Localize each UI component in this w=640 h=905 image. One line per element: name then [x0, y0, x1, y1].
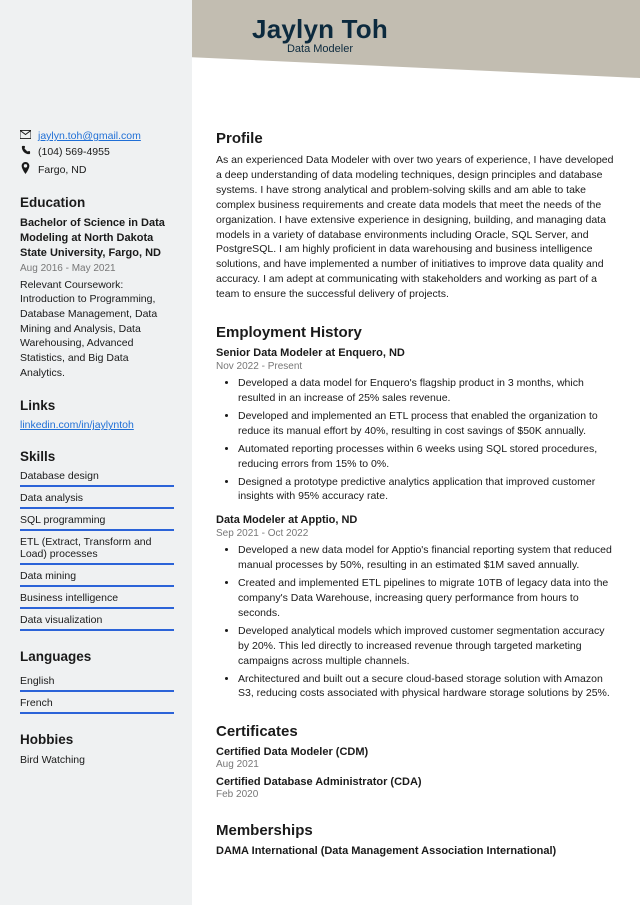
languages-heading: Languages — [20, 649, 174, 664]
skills-list: Database designData analysisSQL programm… — [20, 470, 174, 631]
skill-item: Data analysis — [20, 487, 174, 509]
employment-heading: Employment History — [216, 324, 616, 341]
languages-list: EnglishFrench — [20, 670, 174, 714]
certificate-date: Aug 2021 — [216, 759, 616, 770]
skill-item: Data mining — [20, 565, 174, 587]
skill-item: Database design — [20, 470, 174, 487]
contact-location-row: Fargo, ND — [20, 162, 174, 177]
job-title: Data Modeler at Apptio, ND — [216, 514, 616, 526]
memberships-heading: Memberships — [216, 822, 616, 839]
job-title: Senior Data Modeler at Enquero, ND — [216, 347, 616, 359]
links-heading: Links — [20, 398, 174, 413]
language-item: English — [20, 670, 174, 692]
certificate-date: Feb 2020 — [216, 789, 616, 800]
phone-icon — [20, 145, 31, 159]
contact-email-link[interactable]: jaylyn.toh@gmail.com — [38, 130, 141, 142]
sidebar: jaylyn.toh@gmail.com (104) 569-4955 Farg… — [0, 0, 192, 905]
job-bullet: Developed analytical models which improv… — [238, 624, 616, 669]
skill-item: SQL programming — [20, 509, 174, 531]
profile-text: As an experienced Data Modeler with over… — [216, 153, 616, 302]
skill-item: Business intelligence — [20, 587, 174, 609]
language-item: French — [20, 692, 174, 714]
job-dates: Nov 2022 - Present — [216, 361, 616, 372]
job-bullet: Developed a new data model for Apptio's … — [238, 543, 616, 573]
certificates-heading: Certificates — [216, 723, 616, 740]
membership-item: DAMA International (Data Management Asso… — [216, 845, 616, 857]
job-bullet: Automated reporting processes within 6 w… — [238, 442, 616, 472]
main-content: Profile As an experienced Data Modeler w… — [192, 0, 640, 905]
job-bullet: Created and implemented ETL pipelines to… — [238, 576, 616, 621]
hobbies-text: Bird Watching — [20, 753, 174, 768]
skill-item: ETL (Extract, Transform and Load) proces… — [20, 531, 174, 565]
certificate-title: Certified Data Modeler (CDM) — [216, 746, 616, 758]
link-item[interactable]: linkedin.com/in/jaylyntoh — [20, 419, 134, 431]
skill-item: Data visualization — [20, 609, 174, 631]
education-heading: Education — [20, 195, 174, 210]
job-bullet: Architectured and built out a secure clo… — [238, 672, 616, 702]
email-icon — [20, 130, 31, 142]
job-bullets: Developed a data model for Enquero's fla… — [216, 376, 616, 504]
contact-location: Fargo, ND — [38, 164, 86, 176]
hobbies-heading: Hobbies — [20, 732, 174, 747]
education-body: Relevant Coursework: Introduction to Pro… — [20, 278, 174, 381]
job-bullet: Developed and implemented an ETL process… — [238, 409, 616, 439]
contact-email-row: jaylyn.toh@gmail.com — [20, 130, 174, 142]
job-bullets: Developed a new data model for Apptio's … — [216, 543, 616, 701]
profile-heading: Profile — [216, 130, 616, 147]
job-dates: Sep 2021 - Oct 2022 — [216, 528, 616, 539]
job-bullet: Designed a prototype predictive analytic… — [238, 475, 616, 505]
job-bullet: Developed a data model for Enquero's fla… — [238, 376, 616, 406]
certificate-title: Certified Database Administrator (CDA) — [216, 776, 616, 788]
skills-heading: Skills — [20, 449, 174, 464]
location-icon — [20, 162, 31, 177]
education-dates: Aug 2016 - May 2021 — [20, 263, 174, 274]
education-degree: Bachelor of Science in Data Modeling at … — [20, 216, 174, 261]
certificates-list: Certified Data Modeler (CDM)Aug 2021 Cert… — [216, 746, 616, 800]
contact-phone-row: (104) 569-4955 — [20, 145, 174, 159]
contact-phone: (104) 569-4955 — [38, 146, 110, 158]
jobs-list: Senior Data Modeler at Enquero, ND Nov 20… — [216, 347, 616, 701]
